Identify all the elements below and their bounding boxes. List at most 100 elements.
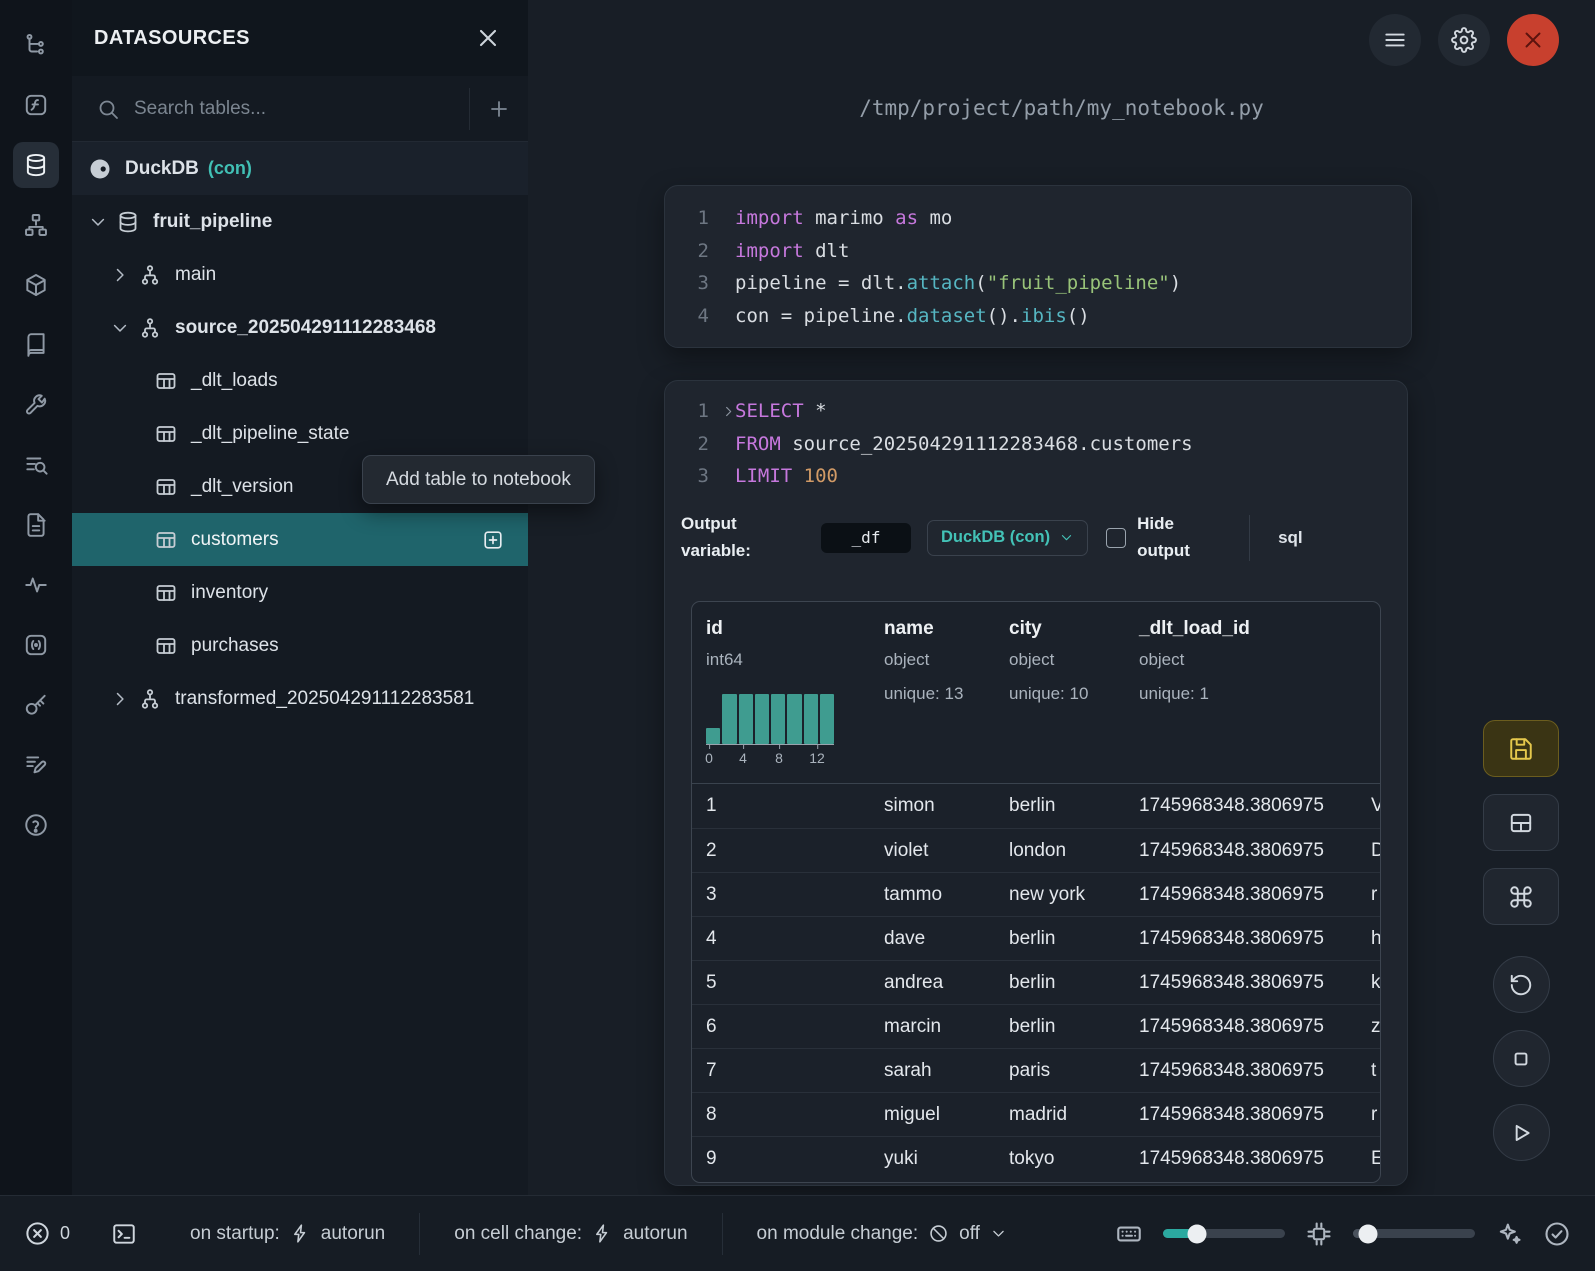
network-icon [23,212,49,238]
rail-dependencies-button[interactable] [13,202,59,248]
tree-item-fruit_pipeline[interactable]: fruit_pipeline [72,195,528,248]
table-row[interactable]: 1simonberlin1745968348.3806975V [692,784,1380,828]
table-row[interactable]: 4daveberlin1745968348.3806975h [692,916,1380,960]
layout-button[interactable] [1483,794,1559,851]
panel-title: DATASOURCES [94,27,250,50]
stop-button[interactable] [1493,1030,1550,1087]
table-row[interactable]: 7sarahparis1745968348.3806975t [692,1048,1380,1092]
status-ok-icon[interactable] [1543,1220,1571,1248]
table-cell: new york [995,884,1125,906]
close-button[interactable] [1507,14,1559,66]
tree-item-purchases[interactable]: purchases [72,619,528,672]
code-line: 4 con = pipeline.dataset().ibis() [665,300,1411,333]
column-header-id[interactable]: idint6404812 [692,602,870,783]
table-icon [154,581,178,605]
code-text[interactable]: SELECT * [735,400,827,422]
run-button[interactable] [1493,1104,1550,1161]
fold-chevron-icon[interactable] [721,404,736,419]
output-variable-input[interactable] [821,523,911,553]
save-button[interactable] [1483,720,1559,777]
code-text[interactable]: LIMIT 100 [735,465,838,487]
python-cell[interactable]: 1import marimo as mo2import dlt3pipeline… [664,185,1412,348]
column-name: id [706,618,870,640]
table-cell: z [1365,1016,1381,1038]
rail-secrets-button[interactable] [13,682,59,728]
settings-button[interactable] [1438,14,1490,66]
code-line: 1SELECT * [665,395,1407,428]
code-text[interactable]: con = pipeline.dataset().ibis() [735,305,1090,327]
tooltip: Add table to notebook [362,455,595,504]
rail-tools-button[interactable] [13,382,59,428]
on-startup-setting[interactable]: on startup:autorun [156,1223,419,1245]
duckdb-icon [88,157,112,181]
code-text[interactable]: import dlt [735,240,849,262]
on-module-change-setting[interactable]: on module change:off [723,1223,1041,1245]
rail-documentation-button[interactable] [13,322,59,368]
chip-slider[interactable] [1353,1229,1475,1238]
table-cell: h [1365,928,1381,950]
add-datasource-button[interactable] [470,76,528,141]
rail-functions-button[interactable] [13,82,59,128]
tree-item-_dlt_loads[interactable]: _dlt_loads [72,354,528,407]
table-cell: berlin [995,972,1125,994]
chevron-down-icon[interactable] [110,318,130,338]
column-header-city[interactable]: cityobjectunique: 10 [995,602,1125,783]
tree-item-transformed_202504291112283581[interactable]: transformed_202504291112283581 [72,672,528,725]
bolt-icon [290,1223,311,1244]
code-text[interactable]: FROM source_202504291112283468.customers [735,433,1193,455]
table-cell: 1745968348.3806975 [1125,1104,1365,1126]
tree-item-inventory[interactable]: inventory [72,566,528,619]
chip-icon [1305,1220,1333,1248]
runtime-settings: on startup:autorunon cell change:autorun… [156,1213,1041,1255]
notebook-path: /tmp/project/path/my_notebook.py [528,96,1595,120]
table-cell: paris [995,1060,1125,1082]
rail-datasources-button[interactable] [13,142,59,188]
rail-file-tree-button[interactable] [13,22,59,68]
box-icon [23,272,49,298]
shortcuts-button[interactable] [1483,868,1559,925]
menu-button[interactable] [1369,14,1421,66]
search-input[interactable] [120,98,469,120]
table-row[interactable]: 8miguelmadrid1745968348.3806975r [692,1092,1380,1136]
add-table-to-notebook-icon[interactable] [482,529,504,551]
code-text[interactable]: import marimo as mo [735,207,952,229]
rail-scratchpad-button[interactable] [13,742,59,788]
tree-item-_dlt_pipeline_state[interactable]: _dlt_pipeline_state [72,407,528,460]
hide-output-checkbox[interactable] [1106,528,1126,548]
tree-item-main[interactable]: main [72,248,528,301]
rail-tracing-button[interactable] [13,562,59,608]
on-cell-change-setting[interactable]: on cell change:autorun [420,1223,721,1245]
chevron-right-icon[interactable] [110,265,130,285]
rail-snippets-button[interactable] [13,622,59,668]
rail-help-button[interactable] [13,802,59,848]
chevron-right-icon[interactable] [110,689,130,709]
table-row[interactable]: 3tammonew york1745968348.3806975r [692,872,1380,916]
rail-logs-button[interactable] [13,502,59,548]
table-cell: 8 [692,1104,870,1126]
code-text[interactable]: pipeline = dlt.attach("fruit_pipeline") [735,272,1181,294]
tree-item-duckdb-con[interactable]: DuckDB(con) [72,142,528,195]
undo-button[interactable] [1493,956,1550,1013]
line-number: 4 [665,305,709,327]
tree-item-customers[interactable]: customers [72,513,528,566]
wrench-icon [23,392,49,418]
sql-cell[interactable]: 1SELECT *2FROM source_202504291112283468… [664,380,1408,1186]
terminal-button[interactable] [104,1214,144,1254]
column-header-_dlt_load_id[interactable]: _dlt_load_idobjectunique: 1 [1125,602,1365,783]
rail-packages-button[interactable] [13,262,59,308]
keyboard-slider[interactable] [1163,1229,1285,1238]
column-header-clipped[interactable] [1365,602,1381,783]
table-row[interactable]: 2violetlondon1745968348.3806975D [692,828,1380,872]
rail-outline-button[interactable] [13,442,59,488]
table-row[interactable]: 9yukitokyo1745968348.3806975E [692,1136,1380,1180]
sparkle-icon[interactable] [1495,1220,1523,1248]
errors-indicator[interactable]: 0 [24,1220,70,1247]
column-header-name[interactable]: nameobjectunique: 13 [870,602,995,783]
table-row[interactable]: 6marcinberlin1745968348.3806975z [692,1004,1380,1048]
tree-item-source_202504291112283468[interactable]: source_202504291112283468 [72,301,528,354]
close-panel-icon[interactable] [474,24,502,52]
table-row[interactable]: 5andreaberlin1745968348.3806975k [692,960,1380,1004]
chevron-down-icon[interactable] [88,212,108,232]
engine-select[interactable]: DuckDB (con) [927,520,1088,556]
code-line: 2FROM source_202504291112283468.customer… [665,428,1407,461]
